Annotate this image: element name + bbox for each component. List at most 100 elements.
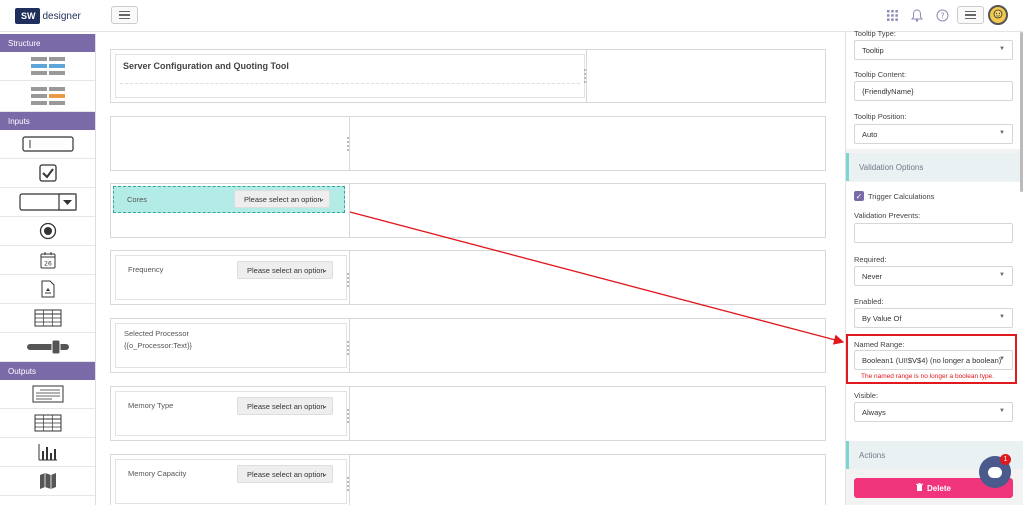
memory-capacity-select[interactable]: Please select an option ⌄ <box>237 465 333 483</box>
title-cell[interactable]: Server Configuration and Quoting Tool <box>115 54 586 98</box>
avatar-icon[interactable] <box>988 5 1008 25</box>
design-canvas: Server Configuration and Quoting Tool Co… <box>97 32 844 505</box>
canvas-row-title[interactable]: Server Configuration and Quoting Tool <box>110 49 826 103</box>
hamburger-line <box>965 14 976 16</box>
tooltip-type-value: Tooltip <box>862 45 884 55</box>
tooltip-type-label: Tooltip Type: <box>854 29 896 38</box>
caret-down-icon: ▼ <box>999 314 1005 320</box>
palette-radio[interactable] <box>0 217 95 246</box>
palette-table[interactable] <box>0 304 95 333</box>
hamburger-line <box>119 17 130 20</box>
field-label-processor: Selected Processor <box>124 329 190 338</box>
tooltip-type-select[interactable]: Tooltip ▼ <box>854 40 1013 60</box>
trigger-calculations-checkbox[interactable]: ✓ <box>854 191 864 201</box>
named-range-label: Named Range: <box>854 340 905 349</box>
hamburger-line <box>965 10 976 13</box>
palette-row-layout-2[interactable] <box>0 81 95 112</box>
cores-select-value: Please select an option <box>244 194 322 204</box>
named-range-value: Boolean1 (UI!$V$4) (no longer a boolean) <box>862 355 1002 365</box>
palette-file-upload[interactable] <box>0 275 95 304</box>
component-palette: Structure Inputs 26 Outputs <box>0 34 96 505</box>
column-divider <box>349 455 350 505</box>
map-icon <box>39 473 56 489</box>
field-label-cores: Cores <box>127 195 148 204</box>
hamburger-line <box>119 10 130 13</box>
canvas-row-memory-capacity[interactable]: Memory Capacity Please select an option … <box>110 454 826 505</box>
palette-textbox[interactable] <box>0 130 95 159</box>
delete-label: Delete <box>926 483 951 493</box>
caret-down-icon: ▼ <box>999 46 1005 52</box>
caret-down-icon: ▼ <box>999 356 1005 362</box>
checkbox-icon <box>38 164 57 182</box>
frequency-select[interactable]: Please select an option ⌄ <box>237 261 333 279</box>
visible-select[interactable]: Always ▼ <box>854 402 1013 422</box>
logo-text: designer <box>42 10 81 22</box>
validation-options-section[interactable]: Validation Options <box>846 153 1023 181</box>
app-logo[interactable]: SW designer <box>15 8 81 24</box>
palette-header-structure: Structure <box>0 34 95 52</box>
named-range-select[interactable]: Boolean1 (UI!$V$4) (no longer a boolean)… <box>854 350 1013 370</box>
page-title: Server Configuration and Quoting Tool <box>123 61 289 71</box>
frequency-cell[interactable]: Frequency Please select an option ⌄ <box>115 255 349 300</box>
selected-field-cores[interactable]: Cores Please select an option ⌄ <box>113 186 345 213</box>
memory-capacity-select-value: Please select an option <box>247 469 325 479</box>
row-layout-icon <box>30 57 65 75</box>
caret-down-icon: ▼ <box>999 408 1005 414</box>
palette-text-output[interactable] <box>0 380 95 409</box>
field-label-frequency: Frequency <box>128 265 164 274</box>
memory-type-select[interactable]: Please select an option ⌄ <box>237 397 333 415</box>
menu-icon[interactable] <box>957 6 984 24</box>
column-divider <box>349 117 350 170</box>
memory-capacity-cell[interactable]: Memory Capacity Please select an option … <box>115 459 349 504</box>
sidebar-toggle-button[interactable] <box>111 6 138 24</box>
canvas-row-empty[interactable] <box>110 116 826 171</box>
resize-handle[interactable] <box>347 137 349 151</box>
enabled-label: Enabled: <box>854 297 884 306</box>
caret-down-icon: ▼ <box>999 272 1005 278</box>
svg-text:26: 26 <box>44 261 52 268</box>
validation-prevents-input[interactable] <box>854 223 1013 243</box>
calendar-icon: 26 <box>40 252 55 269</box>
file-upload-icon <box>41 280 54 298</box>
visible-label: Visible: <box>854 391 879 400</box>
cores-select[interactable]: Please select an option ⌄ <box>234 190 330 208</box>
validation-prevents-label: Validation Prevents: <box>854 211 921 220</box>
logo-badge: SW <box>15 8 40 24</box>
palette-header-inputs: Inputs <box>0 112 95 130</box>
tooltip-content-input[interactable]: {FriendlyName} <box>854 81 1013 101</box>
enabled-select[interactable]: By Value Of ▼ <box>854 308 1013 328</box>
hamburger-line <box>965 17 976 20</box>
column-divider <box>349 387 350 440</box>
column-divider <box>586 50 587 102</box>
palette-table-output[interactable] <box>0 409 95 438</box>
bell-icon[interactable] <box>910 8 924 22</box>
caret-down-icon: ▼ <box>999 130 1005 136</box>
tooltip-position-label: Tooltip Position: <box>854 112 907 121</box>
chat-bubble-icon <box>988 466 1002 478</box>
palette-datepicker[interactable]: 26 <box>0 246 95 275</box>
canvas-row-processor[interactable]: Selected Processor {{o_Processor:Text}} <box>110 318 826 373</box>
help-icon[interactable]: ? <box>935 8 949 22</box>
required-select[interactable]: Never ▼ <box>854 266 1013 286</box>
field-label-memory-capacity: Memory Capacity <box>128 469 187 478</box>
grid-icon[interactable] <box>885 8 899 22</box>
canvas-row-cores[interactable]: Cores Please select an option ⌄ <box>110 183 826 238</box>
column-divider <box>349 251 350 304</box>
palette-map[interactable] <box>0 467 95 496</box>
palette-checkbox[interactable] <box>0 159 95 188</box>
memory-type-cell[interactable]: Memory Type Please select an option ⌄ <box>115 391 349 436</box>
processor-cell[interactable]: Selected Processor {{o_Processor:Text}} <box>115 323 349 368</box>
chevron-down-icon: ⌄ <box>321 401 328 410</box>
palette-dropdown[interactable] <box>0 188 95 217</box>
palette-chart[interactable] <box>0 438 95 467</box>
canvas-row-frequency[interactable]: Frequency Please select an option ⌄ <box>110 250 826 305</box>
tooltip-position-select[interactable]: Auto ▼ <box>854 124 1013 144</box>
palette-row-layout-1[interactable] <box>0 52 95 81</box>
trigger-calculations-label: Trigger Calculations <box>868 192 935 201</box>
chevron-down-icon: ⌄ <box>321 469 328 478</box>
palette-header-outputs: Outputs <box>0 362 95 380</box>
column-layout-icon <box>30 87 65 105</box>
frequency-select-value: Please select an option <box>247 265 325 275</box>
palette-slider[interactable] <box>0 333 95 362</box>
canvas-row-memory-type[interactable]: Memory Type Please select an option ⌄ <box>110 386 826 441</box>
